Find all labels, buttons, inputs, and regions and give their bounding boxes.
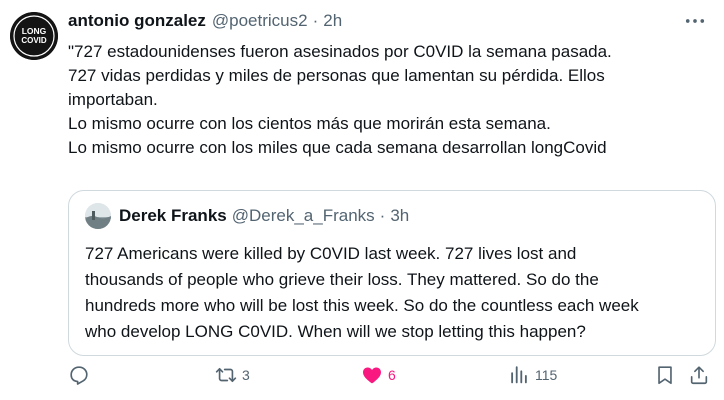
views-count: 115 (535, 367, 558, 383)
tweet-card[interactable]: LONG COVID antonio gonzalez @poetricus2 … (0, 0, 724, 400)
long-covid-logo-icon: LONG COVID (10, 12, 58, 60)
tweet-text-line: Lo mismo ocurre con los cientos más que … (68, 114, 551, 133)
quoted-text-line: 727 Americans were killed by C0VID last … (85, 244, 577, 263)
tweet-timestamp[interactable]: 2h (323, 11, 342, 31)
landscape-avatar-icon (85, 203, 111, 229)
svg-text:COVID: COVID (21, 36, 47, 45)
quoted-author-display-name[interactable]: Derek Franks (119, 206, 227, 226)
repost-button[interactable]: 3 (215, 362, 250, 388)
tweet-text-line: 727 vidas perdidas y miles de personas q… (68, 66, 605, 85)
tweet-text-line: importaban. (68, 90, 158, 109)
reply-button[interactable] (68, 362, 95, 388)
quoted-text-line: who develop LONG C0VID. When will we sto… (85, 322, 586, 341)
repost-icon (215, 367, 237, 383)
separator-dot: · (379, 206, 386, 225)
like-button[interactable]: 6 (361, 362, 396, 388)
quoted-tweet-header: Derek Franks @Derek_a_Franks · 3h (85, 203, 409, 229)
tweet-text-line: Lo mismo ocurre con los miles que cada s… (68, 138, 607, 157)
quoted-author-avatar[interactable] (85, 203, 111, 229)
separator-dot: · (312, 11, 319, 30)
quoted-text-line: thousands of people who grieve their los… (85, 270, 599, 289)
views-button[interactable]: 115 (508, 362, 557, 388)
author-handle[interactable]: @poetricus2 (212, 11, 308, 31)
tweet-header: antonio gonzalez @poetricus2 · 2h (68, 10, 708, 32)
author-avatar[interactable]: LONG COVID (10, 12, 58, 60)
quoted-text-line: hundreds more who will be lost this week… (85, 296, 639, 315)
author-display-name[interactable]: antonio gonzalez (68, 11, 206, 31)
tweet-text-line: "727 estadounidenses fueron asesinados p… (68, 42, 612, 61)
tweet-text: "727 estadounidenses fueron asesinados p… (68, 40, 708, 160)
like-icon (363, 367, 381, 384)
tweet-content: antonio gonzalez @poetricus2 · 2h "727 e… (68, 10, 716, 385)
repost-count: 3 (242, 367, 250, 383)
share-icon (690, 366, 708, 385)
more-options-button[interactable] (684, 12, 706, 30)
reply-icon (70, 366, 88, 385)
more-icon (685, 19, 705, 23)
like-count: 6 (388, 367, 396, 383)
views-icon (511, 366, 527, 384)
tweet-actions-bar: 3 6 115 (68, 362, 712, 388)
bookmark-button[interactable] (654, 362, 676, 388)
quoted-tweet[interactable]: Derek Franks @Derek_a_Franks · 3h 727 Am… (68, 190, 716, 356)
quoted-tweet-timestamp[interactable]: 3h (390, 206, 409, 226)
svg-text:LONG: LONG (22, 26, 47, 36)
quoted-tweet-text: 727 Americans were killed by C0VID last … (85, 241, 705, 345)
share-button[interactable] (688, 362, 710, 388)
quoted-author-handle[interactable]: @Derek_a_Franks (232, 206, 375, 226)
bookmark-icon (658, 366, 672, 385)
